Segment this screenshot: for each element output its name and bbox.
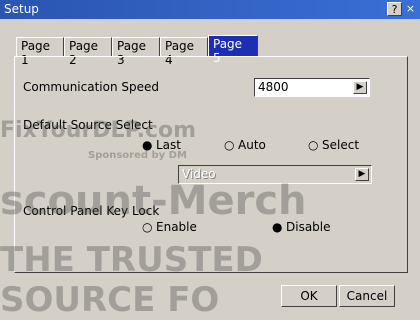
source-radio-last[interactable]: ● Last <box>142 138 181 152</box>
ok-button[interactable]: OK <box>281 285 337 307</box>
tab-page-2[interactable]: Page 2 <box>64 37 112 67</box>
tab-page-1[interactable]: Page 1 <box>16 37 64 67</box>
dropdown-arrow-icon[interactable]: ▶ <box>355 168 369 181</box>
communication-speed-select[interactable]: 4800 ▶ <box>254 78 370 97</box>
tab-page-3[interactable]: Page 3 <box>112 37 160 67</box>
source-select-combo[interactable]: Video ▶ <box>178 165 372 184</box>
lock-radio-enable-label: Enable <box>156 220 197 234</box>
source-radio-auto-label: Auto <box>238 138 266 152</box>
source-radio-select-label: Select <box>322 138 360 152</box>
close-button[interactable]: × <box>403 2 418 16</box>
source-radio-select[interactable]: ○ Select <box>308 138 359 152</box>
radio-unselected-icon: ○ <box>308 138 319 152</box>
cancel-button[interactable]: Cancel <box>339 285 395 307</box>
window-title: Setup <box>4 2 39 16</box>
default-source-select-label: Default Source Select <box>23 118 153 132</box>
tab-page-5[interactable]: Page 5 <box>208 35 258 65</box>
communication-speed-label: Communication Speed <box>23 80 160 94</box>
communication-speed-value: 4800 <box>258 80 289 94</box>
tab-page-4[interactable]: Page 4 <box>160 37 208 67</box>
radio-unselected-icon: ○ <box>142 220 153 234</box>
help-button[interactable]: ? <box>387 2 402 16</box>
radio-selected-icon: ● <box>272 220 283 234</box>
source-select-value: Video <box>182 167 216 181</box>
control-panel-key-lock-label: Control Panel Key Lock <box>23 204 160 218</box>
lock-radio-enable[interactable]: ○ Enable <box>142 220 197 234</box>
radio-selected-icon: ● <box>142 138 153 152</box>
source-radio-last-label: Last <box>156 138 181 152</box>
lock-radio-disable[interactable]: ● Disable <box>272 220 331 234</box>
source-radio-auto[interactable]: ○ Auto <box>224 138 266 152</box>
lock-radio-disable-label: Disable <box>286 220 331 234</box>
title-bar: Setup ? × <box>0 0 420 19</box>
dropdown-arrow-icon[interactable]: ▶ <box>353 81 367 94</box>
radio-unselected-icon: ○ <box>224 138 235 152</box>
